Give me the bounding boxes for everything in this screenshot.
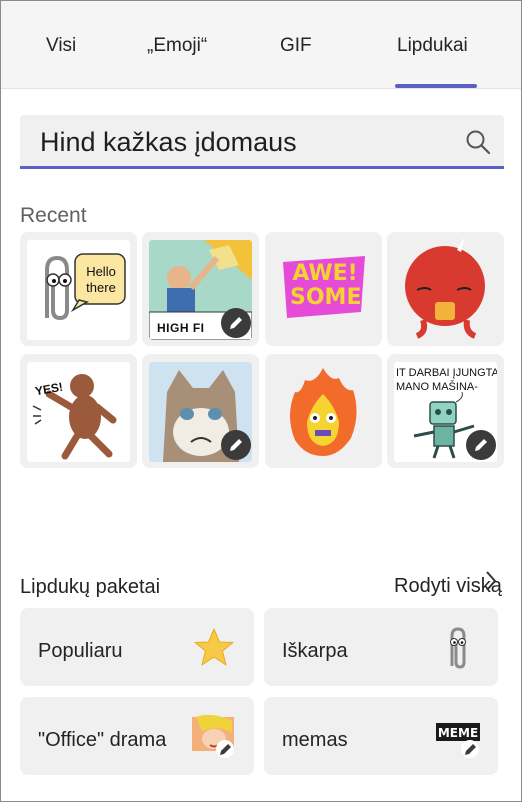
- sticker-high-five[interactable]: HIGH FI: [142, 232, 259, 346]
- pack-popular[interactable]: Populiaru: [20, 608, 254, 686]
- sticker-picker-panel: Visi „Emoji“ GIF Lipdukai Recent Hello t…: [0, 0, 522, 802]
- pack-meme[interactable]: memas MEME: [264, 697, 498, 775]
- tab-all[interactable]: Visi: [46, 35, 76, 57]
- sticker-clippy-hello[interactable]: Hello there: [20, 232, 137, 346]
- pack-label: "Office" drama: [38, 729, 167, 751]
- tab-gif[interactable]: GIF: [280, 35, 312, 57]
- sticker-red-octopus[interactable]: [387, 232, 504, 346]
- sticker-robot-meme[interactable]: IT DARBAI ĮJUNGTA MANO MAŠINA-: [387, 354, 504, 468]
- sticker-caption: HIGH FI: [157, 321, 205, 335]
- pack-label: Populiaru: [38, 640, 123, 662]
- sticker-packs-heading: Lipdukų paketai: [20, 576, 161, 598]
- search-input[interactable]: [40, 125, 460, 159]
- sticker-awesome[interactable]: AWE! SOME: [265, 232, 382, 346]
- sticker-caption: Hello there: [86, 264, 116, 295]
- recent-heading: Recent: [20, 204, 87, 227]
- sticker-caption: IT DARBAI ĮJUNGTA MANO MAŠINA-: [396, 367, 497, 393]
- tab-emoji[interactable]: „Emoji“: [147, 35, 207, 57]
- pack-label: memas: [282, 729, 348, 751]
- sticker-image: Hello there: [27, 240, 130, 340]
- pack-clippy[interactable]: Iškarpa: [264, 608, 498, 686]
- octopus-icon: [405, 236, 485, 339]
- sticker-image: YES!: [27, 362, 130, 462]
- monkey-icon: [32, 374, 117, 460]
- edit-sticker-button[interactable]: [466, 430, 496, 460]
- edit-sticker-button[interactable]: [221, 430, 251, 460]
- comic-face-icon: [192, 715, 234, 758]
- search-box: [20, 115, 504, 169]
- sticker-grumpy-cat[interactable]: [142, 354, 259, 468]
- edit-sticker-button[interactable]: [221, 308, 251, 338]
- pencil-icon: [475, 439, 487, 451]
- meme-icon-text: MEME: [438, 726, 478, 740]
- paperclip-icon: [450, 627, 466, 669]
- sticker-dancing-monkey[interactable]: YES!: [20, 354, 137, 468]
- pack-label: Iškarpa: [282, 640, 348, 662]
- sticker-fire-character[interactable]: [265, 354, 382, 468]
- fire-character-icon: [290, 368, 357, 456]
- pencil-icon: [230, 439, 242, 451]
- tab-stickers[interactable]: Lipdukai: [397, 35, 468, 57]
- search-icon[interactable]: [464, 128, 492, 156]
- star-icon: [194, 628, 234, 666]
- chevron-right-icon[interactable]: [484, 570, 498, 592]
- meme-text-icon: MEME: [436, 723, 480, 758]
- sticker-caption: AWE! SOME: [290, 261, 362, 310]
- tab-selected-indicator: [395, 84, 477, 88]
- pencil-icon: [230, 317, 242, 329]
- tab-bar: Visi „Emoji“ GIF Lipdukai: [1, 1, 521, 89]
- pack-office-drama[interactable]: "Office" drama: [20, 697, 254, 775]
